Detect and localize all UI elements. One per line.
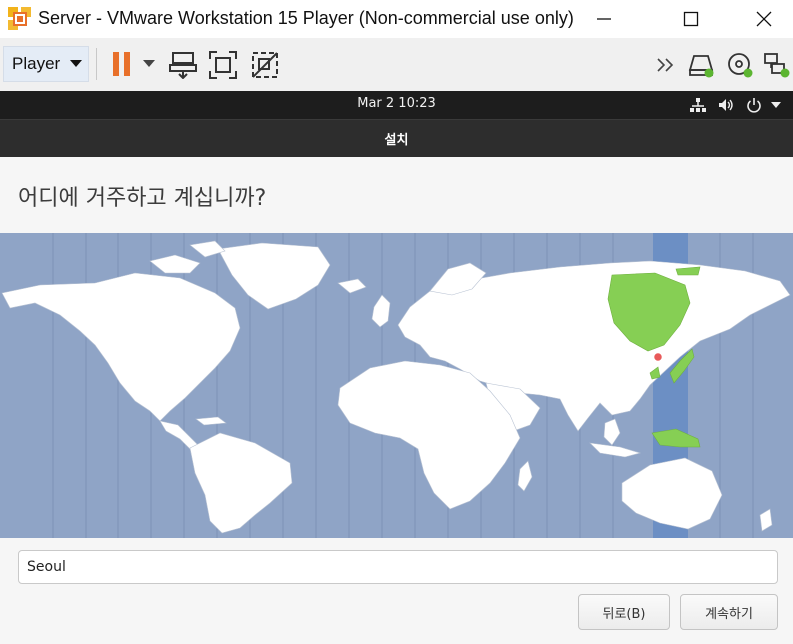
send-ctrl-alt-del-icon bbox=[169, 52, 197, 79]
timezone-map[interactable] bbox=[0, 233, 793, 538]
vmware-logo-icon bbox=[7, 6, 33, 32]
guest-top-panel: Mar 2 10:23 bbox=[0, 91, 793, 119]
unity-button[interactable] bbox=[250, 50, 280, 80]
selected-city-pin bbox=[652, 351, 664, 363]
chevron-down-icon bbox=[70, 60, 83, 67]
hard-disk-icon bbox=[688, 55, 714, 78]
continue-button[interactable]: 계속하기 bbox=[680, 594, 778, 630]
maximize-icon bbox=[683, 11, 699, 27]
dropdown-arrow-icon bbox=[143, 60, 155, 67]
window-title: Server - VMware Workstation 15 Player (N… bbox=[38, 8, 574, 28]
vmware-toolbar: Player bbox=[0, 38, 793, 91]
send-ctrl-alt-del-button[interactable] bbox=[168, 50, 198, 80]
menu-arrow-icon[interactable] bbox=[771, 102, 781, 108]
hard-disk-device-button[interactable] bbox=[688, 52, 716, 78]
clock-label[interactable]: Mar 2 10:23 bbox=[0, 96, 793, 111]
player-menu-label: Player bbox=[12, 54, 61, 73]
location-input[interactable] bbox=[18, 550, 778, 584]
network-adapter-device-button[interactable] bbox=[763, 52, 791, 78]
player-menu-button[interactable]: Player bbox=[3, 46, 89, 82]
world-map[interactable] bbox=[0, 233, 793, 538]
close-icon bbox=[756, 11, 772, 27]
close-button[interactable] bbox=[737, 0, 791, 38]
cd-dvd-icon bbox=[728, 53, 753, 78]
more-devices-button[interactable] bbox=[656, 56, 680, 74]
network-icon[interactable] bbox=[690, 97, 706, 113]
fullscreen-icon bbox=[209, 51, 237, 79]
power-options-dropdown[interactable] bbox=[140, 54, 158, 74]
volume-icon[interactable] bbox=[718, 97, 734, 113]
more-devices-icon bbox=[657, 58, 674, 72]
installer-title: 설치 bbox=[384, 133, 409, 148]
power-icon[interactable] bbox=[746, 97, 762, 113]
minimize-icon bbox=[597, 18, 611, 20]
location-question: 어디에 거주하고 계십니까? bbox=[18, 186, 267, 211]
minimize-button[interactable] bbox=[577, 0, 631, 38]
maximize-button[interactable] bbox=[664, 0, 718, 38]
installer-header: 설치 bbox=[0, 119, 793, 157]
pause-icon bbox=[113, 52, 130, 76]
back-button[interactable]: 뒤로(B) bbox=[578, 594, 670, 630]
network-adapter-icon bbox=[764, 53, 790, 78]
window-titlebar: Server - VMware Workstation 15 Player (N… bbox=[0, 0, 793, 38]
cd-dvd-device-button[interactable] bbox=[727, 52, 755, 78]
fullscreen-button[interactable] bbox=[208, 50, 238, 80]
pause-button[interactable] bbox=[108, 50, 136, 78]
toolbar-divider bbox=[96, 48, 97, 80]
unity-icon bbox=[252, 52, 278, 78]
